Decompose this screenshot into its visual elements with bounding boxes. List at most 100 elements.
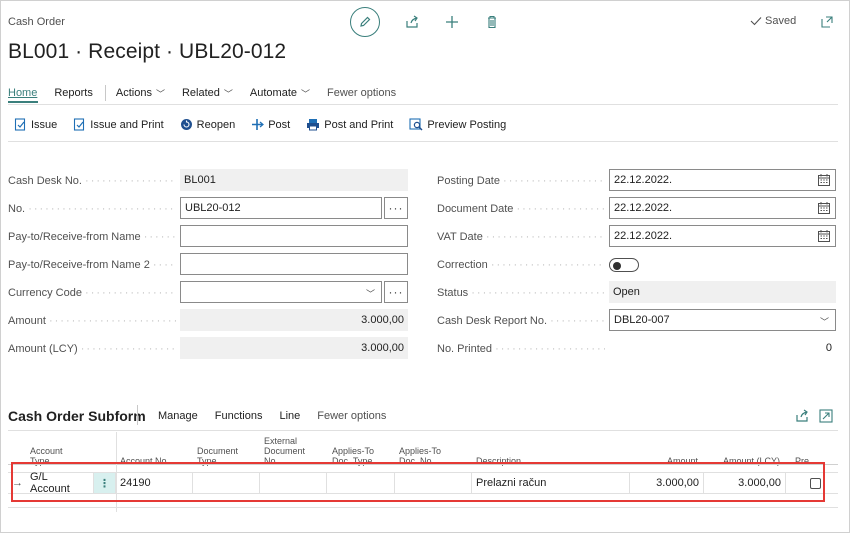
correction-toggle[interactable] [609,258,639,272]
preview-icon [409,118,423,131]
post-print-button[interactable]: Post and Print [306,118,393,131]
post-label: Post [268,118,291,131]
pay-to-name2-field[interactable] [180,253,408,275]
document-date-label-text: Document Date [437,203,514,215]
cash-desk-no-value: BL001 [180,169,408,191]
tab-actions[interactable]: Actions ﹀ [116,87,165,100]
divider [8,430,838,431]
label-leader: ························· [495,343,605,355]
label-leader: ·················· [503,175,605,187]
cash-desk-no-label-text: Cash Desk No. [8,175,82,187]
saved-status: Saved [750,15,796,27]
trash-icon [488,15,496,29]
subform-line[interactable]: Line [279,410,300,422]
reopen-label: Reopen [196,118,236,131]
tab-home-underline [8,101,38,103]
status-value: Open [609,281,836,303]
post-print-label: Post and Print [324,118,394,131]
fewer-options-button[interactable]: Fewer options [327,87,396,99]
label-leader: ················· [85,175,176,187]
calendar-icon[interactable] [818,202,830,214]
currency-lookup-button[interactable]: ··· [384,281,408,303]
subform-separator [137,405,138,425]
subform-manage[interactable]: Manage [158,410,198,422]
status-label: Status ································ [437,287,605,299]
col-external-doc-l2: Document [264,446,306,456]
reopen-button[interactable]: Reopen [180,118,236,131]
divider [8,141,838,142]
tab-reports[interactable]: Reports [54,87,93,99]
pay-to-name-label: Pay-to/Receive-from Name ······· [8,231,176,243]
posting-date-value: 22.12.2022. [614,174,673,186]
toggle-knob [613,261,621,270]
subform-functions[interactable]: Functions [215,410,263,422]
tab-automate[interactable]: Automate ﹀ [250,87,310,100]
preview-posting-button[interactable]: Preview Posting [409,118,506,131]
edit-button[interactable] [350,7,380,37]
calendar-icon[interactable] [818,230,830,242]
vat-date-value: 22.12.2022. [614,230,673,242]
no-label-text: No. [8,203,26,215]
document-date-label: Document Date ················ [437,203,605,215]
subform-title: Cash Order Subform [8,408,146,424]
amount-value: 3.000,00 [180,309,408,331]
issue-icon [14,118,26,131]
expand-icon[interactable] [819,409,833,423]
label-leader: ························ [490,259,605,271]
posting-date-label-text: Posting Date [437,175,500,187]
chevron-down-icon: ﹀ [155,88,165,99]
delete-button[interactable] [484,14,500,30]
share-button[interactable] [404,14,420,30]
divider [8,104,838,105]
report-no-select[interactable]: DBL20-007 ﹀ [609,309,836,331]
reopen-icon [180,119,192,130]
chevron-down-icon: ﹀ [819,317,829,327]
new-button[interactable] [444,14,460,30]
chevron-down-icon: ﹀ [365,289,375,299]
amount-lcy-label-text: Amount (LCY) [8,343,78,355]
header-actions [350,7,500,37]
label-leader: ················ [516,203,606,215]
post-icon [252,119,265,130]
pay-to-name-field[interactable] [180,225,408,247]
correction-label: Correction ························ [437,259,605,271]
post-button[interactable]: Post [251,118,290,131]
posting-date-field[interactable]: 22.12.2022. [609,169,836,191]
vat-date-field[interactable]: 22.12.2022. [609,225,836,247]
issue-print-label: Issue and Print [90,118,164,131]
posting-date-label: Posting Date ·················· [437,175,605,187]
menu-separator [104,85,106,101]
tab-automate-label: Automate [249,87,297,99]
selection-highlight [11,462,825,502]
plus-icon [446,16,458,28]
no-lookup-button[interactable]: ··· [384,197,408,219]
share-icon[interactable] [795,409,809,423]
pencil-icon [360,16,371,27]
status-label-text: Status [437,287,469,299]
issue-print-button[interactable]: Issue and Print [73,118,164,131]
col-applies-to-no-l1: Applies-To [399,446,442,456]
no-field[interactable]: UBL20-012 [180,197,382,219]
expand-button[interactable] [820,15,834,29]
amount-label: Amount ························· [8,315,176,327]
vat-date-label-text: VAT Date [437,231,483,243]
tab-related[interactable]: Related ﹀ [182,87,233,100]
tab-home[interactable]: Home [8,87,37,99]
tab-actions-label: Actions [115,87,152,99]
col-applies-to-type-l1: Applies-To [332,446,375,456]
label-leader: ·························· [485,231,605,243]
label-leader: ···· [152,259,176,271]
label-leader: ·················· [80,343,176,355]
issue-button[interactable]: Issue [14,118,57,131]
currency-code-select[interactable]: ﹀ [180,281,382,303]
breadcrumb: Cash Order [8,16,65,28]
col-account-type-l1: Account [30,446,63,456]
issue-label: Issue [31,118,58,131]
calendar-icon[interactable] [818,174,830,186]
action-bar: Home Reports Actions ﹀ Related ﹀ Automate ﹀… [8,85,413,101]
subform-fewer-options[interactable]: Fewer options [317,410,386,422]
pay-to-name-label-text: Pay-to/Receive-from Name [8,231,141,243]
document-date-field[interactable]: 22.12.2022. [609,197,836,219]
no-label: No. ······························ [8,203,176,215]
label-leader: ·········· [550,315,605,327]
